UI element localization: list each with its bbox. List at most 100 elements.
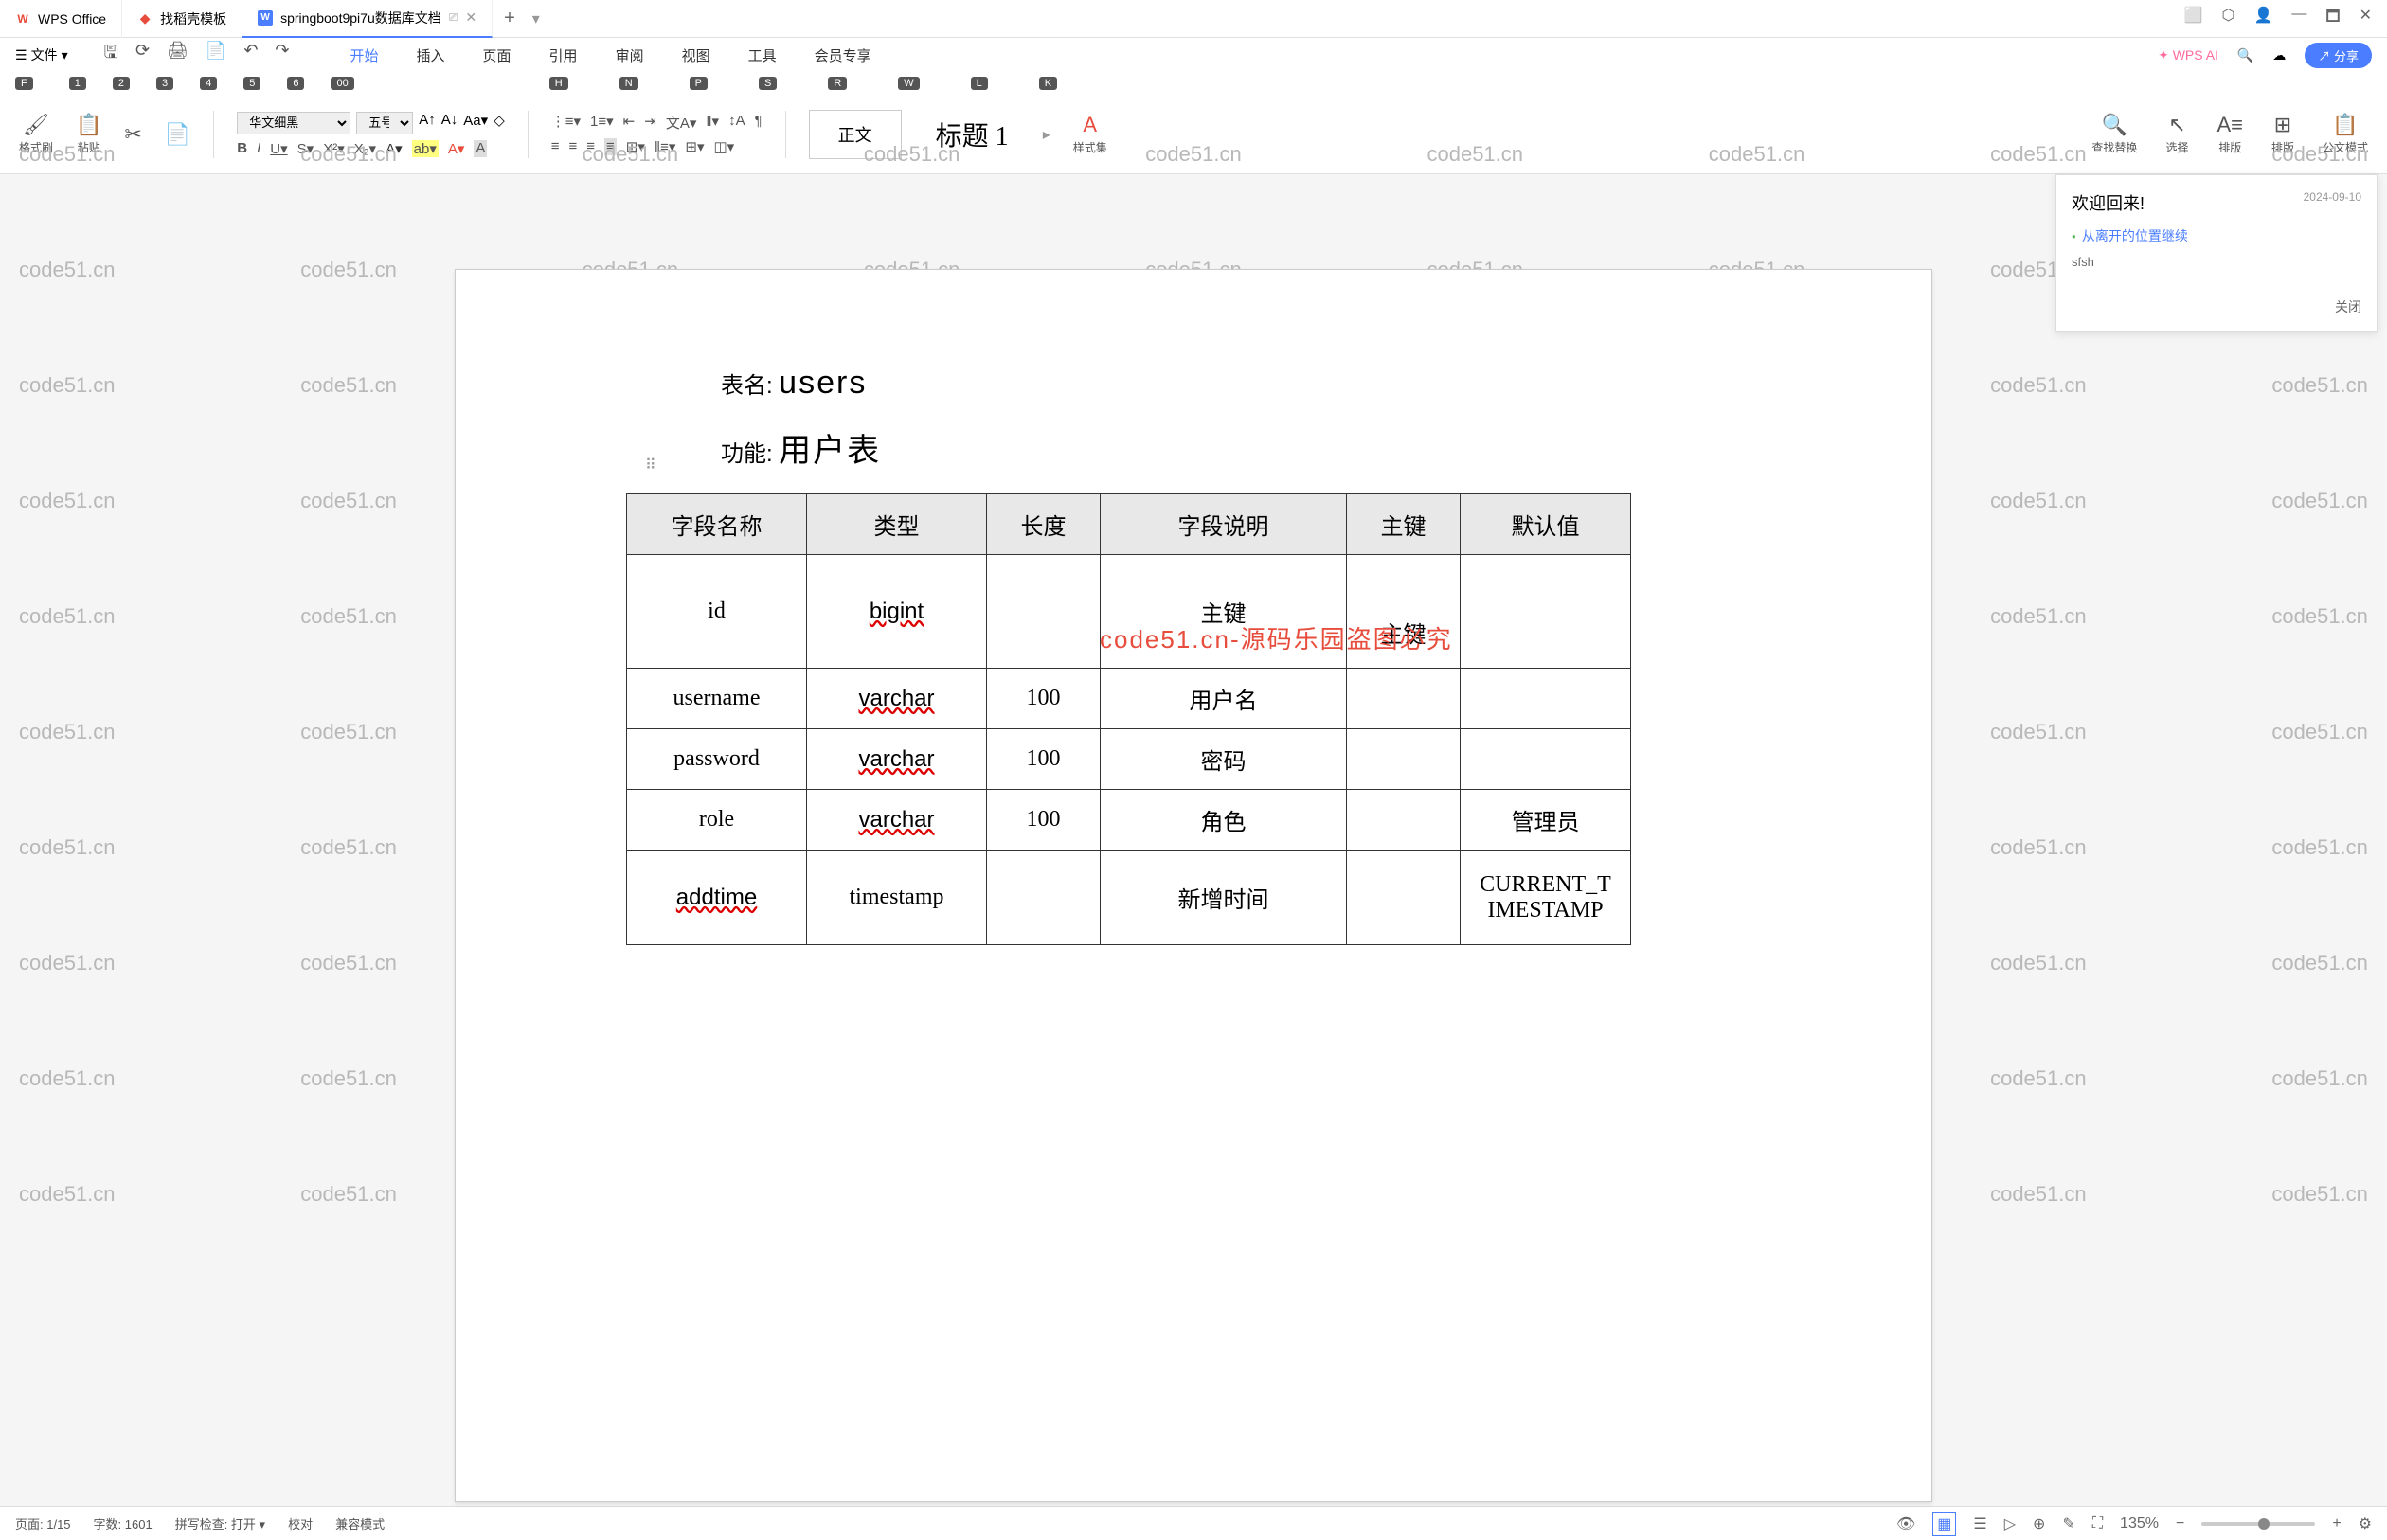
change-case-icon[interactable]: Aa▾: [463, 112, 488, 134]
cut-icon[interactable]: ✂: [124, 122, 141, 147]
view-page-icon[interactable]: ▦: [1932, 1512, 1956, 1536]
tab-template[interactable]: ◆ 找稻壳模板: [122, 0, 242, 38]
table-row[interactable]: username varchar 100 用户名: [627, 669, 1631, 729]
shading-icon[interactable]: ◫▾: [714, 138, 735, 155]
font-size-select[interactable]: 五号: [356, 112, 413, 134]
align-center-icon[interactable]: ≡: [569, 138, 578, 155]
line-spacing-icon[interactable]: ‖▾: [706, 113, 719, 133]
redo-icon[interactable]: ↷: [275, 41, 289, 69]
save-icon[interactable]: 🖫: [104, 41, 118, 69]
subscript-button[interactable]: X₂▾: [354, 140, 376, 157]
font-color-button[interactable]: A▾: [386, 140, 403, 157]
sort-icon[interactable]: ↕A: [728, 113, 745, 133]
spacing-icon[interactable]: ‖≡▾: [655, 138, 675, 155]
refresh-icon[interactable]: ⟳: [135, 41, 150, 69]
layout-group[interactable]: A≡ 排版: [2216, 113, 2243, 155]
clear-format-icon[interactable]: ◇: [494, 112, 505, 134]
view-read-icon[interactable]: ▷: [2004, 1514, 2016, 1533]
compat-mode[interactable]: 兼容模式: [335, 1514, 385, 1532]
text-direction-icon[interactable]: 文A▾: [666, 113, 697, 133]
highlight-button[interactable]: ab▾: [412, 140, 439, 157]
word-count[interactable]: 字数: 1601: [94, 1514, 153, 1532]
cube-icon[interactable]: ⬡: [2222, 6, 2235, 31]
align-right-icon[interactable]: ≡: [586, 138, 595, 155]
search-icon[interactable]: 🔍: [2237, 47, 2253, 63]
tab-member[interactable]: 会员专享: [815, 45, 871, 65]
view-eye-icon[interactable]: 👁: [1896, 1514, 1915, 1533]
style-heading[interactable]: 标题 1: [924, 116, 1020, 153]
arrange-group[interactable]: ⊞ 排版: [2271, 113, 2294, 155]
layout-icon[interactable]: ⬜: [2184, 6, 2203, 31]
view-draft-icon[interactable]: ✎: [2062, 1514, 2074, 1533]
paste-group[interactable]: 📋 粘贴: [76, 113, 101, 155]
spellcheck-status[interactable]: 拼写检查: 打开 ▾: [175, 1514, 265, 1532]
tab-document[interactable]: W springboot9pi7u数据库文档 ⎚ ✕: [242, 0, 493, 38]
underline-button[interactable]: U▾: [270, 140, 287, 157]
wps-ai-button[interactable]: ✦ WPS AI: [2158, 47, 2218, 63]
italic-button[interactable]: I: [257, 140, 260, 157]
increase-indent-icon[interactable]: ⇥: [644, 113, 656, 133]
file-menu[interactable]: ☰ 文件 ▾: [15, 45, 68, 64]
print-icon[interactable]: 🖨: [167, 41, 188, 69]
table-row[interactable]: password varchar 100 密码: [627, 729, 1631, 790]
settings-icon[interactable]: ⚙: [2359, 1514, 2372, 1533]
present-icon[interactable]: ⎚: [449, 10, 458, 25]
superscript-button[interactable]: X²▾: [323, 140, 345, 157]
document-area[interactable]: ⠿ 表名: users 功能: 用户表 code51.cn-源码乐园盗图必究 字…: [0, 174, 2387, 1502]
style-body[interactable]: 正文: [809, 110, 902, 159]
zoom-out-button[interactable]: −: [2176, 1515, 2184, 1532]
zoom-in-button[interactable]: +: [2332, 1515, 2341, 1532]
tab-page[interactable]: 页面: [483, 45, 512, 65]
proofread-status[interactable]: 校对: [288, 1514, 313, 1532]
copy-icon[interactable]: 📄: [165, 122, 190, 147]
decrease-indent-icon[interactable]: ⇤: [623, 113, 636, 133]
drag-handle-icon[interactable]: ⠿: [645, 456, 656, 475]
welcome-continue-link[interactable]: 从离开的位置继续: [2072, 226, 2361, 245]
view-web-icon[interactable]: ⊕: [2033, 1514, 2045, 1533]
font-name-select[interactable]: 华文细黑: [237, 112, 350, 134]
tab-insert[interactable]: 插入: [417, 45, 445, 65]
bold-button[interactable]: B: [237, 140, 247, 157]
number-list-icon[interactable]: 1≡▾: [590, 113, 614, 133]
tab-view[interactable]: 视图: [682, 45, 710, 65]
tab-start[interactable]: 开始: [350, 45, 379, 65]
table-row[interactable]: role varchar 100 角色 管理员: [627, 790, 1631, 851]
preview-icon[interactable]: 📄: [206, 41, 226, 69]
align-justify-icon[interactable]: ≡: [604, 138, 617, 155]
style-scroll-icon[interactable]: ▸: [1043, 125, 1050, 144]
tab-wps-office[interactable]: W WPS Office: [0, 0, 122, 38]
function-line[interactable]: 功能: 用户表: [721, 424, 1856, 471]
official-mode-group[interactable]: 📋 公文模式: [2323, 113, 2368, 155]
cloud-icon[interactable]: ☁: [2272, 47, 2286, 63]
find-replace-group[interactable]: 🔍 查找替换: [2091, 113, 2137, 155]
char-shading-button[interactable]: A: [474, 140, 487, 157]
table-name-line[interactable]: 表名: users: [721, 365, 1856, 402]
undo-icon[interactable]: ↶: [243, 41, 258, 69]
share-button[interactable]: ↗ 分享: [2305, 43, 2372, 68]
maximize-button[interactable]: 🗖: [2325, 6, 2340, 31]
tab-review[interactable]: 审阅: [616, 45, 644, 65]
close-tab-icon[interactable]: ✕: [465, 9, 476, 26]
style-set-group[interactable]: A 样式集: [1073, 113, 1107, 155]
text-color-button[interactable]: A▾: [448, 140, 465, 157]
tab-tools[interactable]: 工具: [748, 45, 777, 65]
view-fullscreen-icon[interactable]: ⛶: [2092, 1515, 2103, 1532]
close-window-button[interactable]: ✕: [2360, 6, 2372, 31]
increase-font-icon[interactable]: A↑: [419, 112, 436, 134]
zoom-percentage[interactable]: 135%: [2120, 1515, 2159, 1532]
bullet-list-icon[interactable]: ⋮≡▾: [551, 113, 581, 133]
align-left-icon[interactable]: ≡: [551, 138, 560, 155]
tab-menu-dropdown[interactable]: ▾: [532, 9, 540, 28]
zoom-slider[interactable]: [2201, 1522, 2315, 1526]
document-page[interactable]: ⠿ 表名: users 功能: 用户表 code51.cn-源码乐园盗图必究 字…: [455, 269, 1932, 1502]
table-row[interactable]: addtime timestamp 新增时间 CURRENT_TIMESTAMP: [627, 851, 1631, 945]
page-indicator[interactable]: 页面: 1/15: [15, 1514, 71, 1532]
format-brush-group[interactable]: 🖌 格式刷: [19, 113, 53, 155]
new-tab-button[interactable]: +: [493, 8, 527, 29]
database-table[interactable]: 字段名称 类型 长度 字段说明 主键 默认值 id bigint 主键 主键 u…: [626, 493, 1631, 945]
select-group[interactable]: ↖ 选择: [2165, 113, 2188, 155]
minimize-button[interactable]: —: [2291, 6, 2306, 31]
tab-reference[interactable]: 引用: [549, 45, 578, 65]
welcome-close-button[interactable]: 关闭: [2072, 297, 2361, 316]
paragraph-mark-icon[interactable]: ¶: [755, 113, 763, 133]
